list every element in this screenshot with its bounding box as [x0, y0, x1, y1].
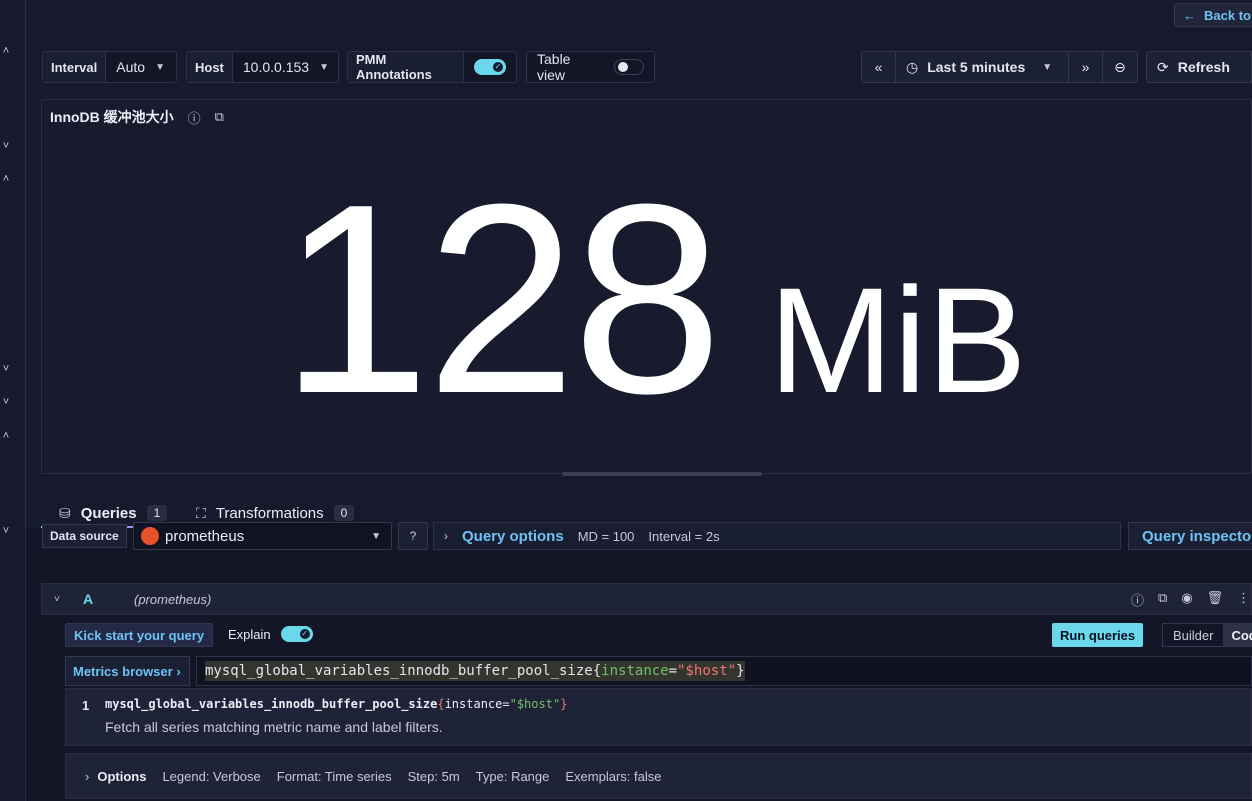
panel-header: InnoDB 缓冲池大小 ⓘ ⧉ [50, 107, 224, 127]
help-icon[interactable]: ⓘ [1131, 590, 1144, 609]
chevron-down-icon[interactable]: ˅ [54, 594, 60, 605]
panel-title: InnoDB 缓冲池大小 [50, 109, 174, 125]
chevron-down-icon: ▼ [371, 530, 381, 542]
chevrons-right-icon: » [1081, 59, 1090, 75]
query-expression-input[interactable]: mysql_global_variables_innodb_buffer_poo… [196, 656, 1252, 686]
refresh-button[interactable]: ⟳ Refresh [1146, 51, 1252, 83]
pmm-annotations-toggle-group[interactable]: PMM Annotations ✓ [347, 51, 517, 83]
suggestion-code: mysql_global_variables_innodb_buffer_poo… [105, 697, 568, 711]
table-view-toggle-group[interactable]: Table view [526, 51, 655, 83]
suggestion-description: Fetch all series matching metric name an… [105, 719, 443, 735]
min-interval: Interval = 2s [648, 528, 720, 544]
question-icon: ? [409, 529, 417, 543]
chevron-up-icon[interactable]: ˄ [0, 430, 12, 442]
pmm-annotations-label: PMM Annotations [348, 52, 464, 82]
metrics-browser-button[interactable]: Metrics browser › [65, 656, 190, 686]
mode-code[interactable]: Cod [1223, 624, 1252, 646]
panel-resize-handle[interactable] [562, 472, 762, 476]
chevron-down-icon[interactable]: ˅ [0, 525, 12, 537]
time-shift-back-button[interactable]: « [861, 51, 896, 83]
chevron-down-icon[interactable]: ˅ [0, 363, 12, 375]
host-select[interactable]: 10.0.0.153 ▼ [233, 52, 339, 82]
time-range-picker[interactable]: ◷ Last 5 minutes ▼ [895, 51, 1069, 83]
pmm-annotations-toggle[interactable]: ✓ [474, 59, 506, 75]
query-ref-id: A [83, 591, 94, 607]
back-button[interactable]: ← Back to [1174, 3, 1252, 27]
info-icon[interactable]: ⓘ [188, 108, 201, 127]
chevron-down-icon[interactable]: ˅ [0, 140, 12, 152]
format-option: Format: Time series [276, 768, 392, 784]
host-label: Host [187, 52, 233, 82]
type-option: Type: Range [475, 768, 550, 784]
queries-count-badge: 1 [146, 505, 168, 521]
datasource-help-button[interactable]: ? [398, 522, 428, 550]
prometheus-icon [141, 527, 159, 545]
external-link-icon[interactable]: ⧉ [215, 109, 224, 125]
stat-value: 128 MiB [280, 149, 1027, 450]
chevron-down-icon: ▼ [155, 61, 165, 73]
eye-icon[interactable]: ◉ [1181, 590, 1192, 609]
transform-icon: ⛶ [196, 504, 206, 521]
zoom-out-icon: ⊖ [1114, 58, 1126, 75]
interval-variable[interactable]: Interval Auto ▼ [42, 51, 177, 83]
database-icon: ⛁ [59, 504, 71, 521]
editor-mode-switch: Builder Cod [1162, 623, 1252, 647]
interval-select[interactable]: Auto ▼ [106, 52, 175, 82]
chevron-down-icon: ▼ [319, 61, 329, 73]
zoom-out-button[interactable]: ⊖ [1102, 51, 1138, 83]
chevron-up-icon[interactable]: ˄ [0, 173, 12, 185]
suggestion-number: 1 [82, 698, 90, 713]
chevron-down-icon[interactable]: ˅ [0, 396, 12, 408]
duplicate-icon[interactable]: ⧉ [1158, 590, 1167, 609]
chevron-up-icon[interactable]: ˄ [0, 45, 12, 57]
chevron-right-icon: › [444, 529, 448, 543]
query-inspector-button[interactable]: Query inspector [1128, 522, 1252, 550]
datasource-select[interactable]: prometheus ▼ [133, 522, 392, 550]
exemplars-option: Exemplars: false [565, 768, 662, 784]
arrow-left-icon: ← [1183, 7, 1196, 23]
refresh-icon: ⟳ [1157, 58, 1169, 75]
table-view-toggle[interactable] [614, 59, 644, 75]
query-row-header[interactable]: ˅ A (prometheus) ⓘ ⧉ ◉ 🗑 ⋮ [41, 583, 1252, 615]
check-icon: ✓ [299, 629, 310, 639]
kick-start-query-button[interactable]: Kick start your query [65, 623, 214, 647]
mode-builder[interactable]: Builder [1163, 628, 1223, 643]
table-view-label: Table view [537, 51, 571, 83]
trash-icon[interactable]: 🗑 [1207, 590, 1224, 609]
chevrons-left-icon: « [874, 59, 883, 75]
transformations-count-badge: 0 [333, 505, 355, 521]
chevron-right-icon: › [85, 768, 90, 784]
legend-option: Legend: Verbose [162, 768, 261, 784]
run-queries-button[interactable]: Run queries [1052, 623, 1144, 647]
chevron-down-icon: ▼ [1042, 61, 1053, 73]
stat-number: 128 [280, 149, 722, 450]
check-icon: ✓ [493, 62, 503, 72]
explain-toggle[interactable]: ✓ [280, 626, 313, 642]
stat-unit: MiB [768, 256, 1027, 424]
host-variable[interactable]: Host 10.0.0.153 ▼ [186, 51, 339, 83]
explain-label: Explain [228, 626, 271, 642]
time-shift-forward-button[interactable]: » [1068, 51, 1103, 83]
max-data-points: MD = 100 [577, 528, 635, 544]
more-icon[interactable]: ⋮ [1237, 590, 1250, 609]
clock-icon: ◷ [906, 58, 919, 75]
query-datasource-name: (prometheus) [134, 591, 212, 607]
interval-label: Interval [43, 52, 107, 82]
query-options-toggle[interactable]: › Query options MD = 100 Interval = 2s [433, 522, 1121, 550]
datasource-label: Data source [42, 524, 127, 548]
explain-toggle-group: Explain ✓ [228, 626, 313, 642]
query-options-row[interactable]: › Options Legend: Verbose Format: Time s… [65, 753, 1252, 799]
left-rail: ˄ ˅ ˄ ˅ ˅ ˄ ˅ [0, 0, 26, 801]
step-option: Step: 5m [407, 768, 460, 784]
